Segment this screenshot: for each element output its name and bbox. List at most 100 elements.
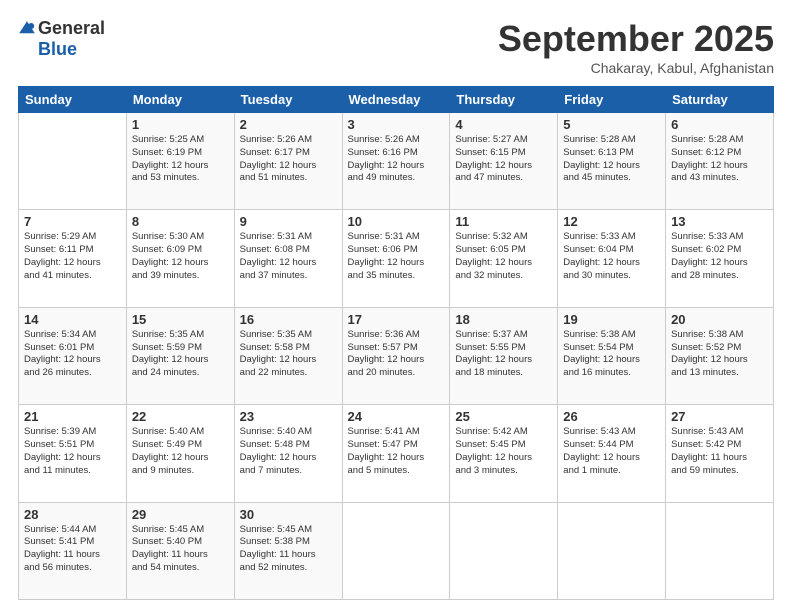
calendar-cell: 15 Sunrise: 5:35 AM Sunset: 5:59 PM Dayli… [126,307,234,404]
col-thursday: Thursday [450,87,558,113]
day-number: 20 [671,312,768,327]
col-sunday: Sunday [19,87,127,113]
day-info: Sunrise: 5:31 AM Sunset: 6:08 PM Dayligh… [240,231,337,282]
calendar-cell: 12Sunrise: 5:33 AM Sunset: 6:04 PM Dayli… [558,210,666,307]
calendar-cell: 3 Sunrise: 5:26 AM Sunset: 6:16 PM Daylig… [342,113,450,210]
day-info: Sunrise: 5:26 AM Sunset: 6:17 PM Dayligh… [240,134,337,185]
calendar-cell: 14Sunrise: 5:34 AM Sunset: 6:01 PM Dayli… [19,307,127,404]
day-info: Sunrise: 5:25 AM Sunset: 6:19 PM Dayligh… [132,134,229,185]
day-number: 27 [671,409,768,424]
calendar-cell: 16 Sunrise: 5:35 AM Sunset: 5:58 PM Dayli… [234,307,342,404]
day-info: Sunrise: 5:29 AM Sunset: 6:11 PM Dayligh… [24,231,121,282]
day-number: 16 [240,312,337,327]
logo-blue: Blue [38,39,77,60]
calendar-cell: 13 Sunrise: 5:33 AM Sunset: 6:02 PM Dayli… [666,210,774,307]
day-info: Sunrise: 5:38 AM Sunset: 5:52 PM Dayligh… [671,329,768,380]
day-number: 1 [132,117,229,132]
col-monday: Monday [126,87,234,113]
day-info: Sunrise: 5:31 AM Sunset: 6:06 PM Dayligh… [348,231,445,282]
page: General Blue September 2025 Chakaray, Ka… [0,0,792,612]
logo: General Blue [18,18,105,60]
day-number: 3 [348,117,445,132]
day-info: Sunrise: 5:34 AM Sunset: 6:01 PM Dayligh… [24,329,121,380]
day-info: Sunrise: 5:35 AM Sunset: 5:59 PM Dayligh… [132,329,229,380]
day-info: Sunrise: 5:32 AM Sunset: 6:05 PM Dayligh… [455,231,552,282]
calendar-cell: 23 Sunrise: 5:40 AM Sunset: 5:48 PM Dayli… [234,405,342,502]
logo-general: General [38,18,105,39]
day-info: Sunrise: 5:30 AM Sunset: 6:09 PM Dayligh… [132,231,229,282]
day-info: Sunrise: 5:43 AM Sunset: 5:44 PM Dayligh… [563,426,660,477]
day-number: 30 [240,507,337,522]
day-info: Sunrise: 5:39 AM Sunset: 5:51 PM Dayligh… [24,426,121,477]
calendar-cell: 11 Sunrise: 5:32 AM Sunset: 6:05 PM Dayli… [450,210,558,307]
day-info: Sunrise: 5:40 AM Sunset: 5:48 PM Dayligh… [240,426,337,477]
day-number: 15 [132,312,229,327]
day-number: 4 [455,117,552,132]
day-info: Sunrise: 5:36 AM Sunset: 5:57 PM Dayligh… [348,329,445,380]
day-info: Sunrise: 5:45 AM Sunset: 5:38 PM Dayligh… [240,524,337,575]
calendar-cell: 21 Sunrise: 5:39 AM Sunset: 5:51 PM Dayli… [19,405,127,502]
day-number: 24 [348,409,445,424]
day-info: Sunrise: 5:35 AM Sunset: 5:58 PM Dayligh… [240,329,337,380]
day-info: Sunrise: 5:41 AM Sunset: 5:47 PM Dayligh… [348,426,445,477]
header: General Blue September 2025 Chakaray, Ka… [18,18,774,76]
day-info: Sunrise: 5:27 AM Sunset: 6:15 PM Dayligh… [455,134,552,185]
subtitle: Chakaray, Kabul, Afghanistan [498,60,774,76]
day-number: 7 [24,214,121,229]
day-info: Sunrise: 5:28 AM Sunset: 6:13 PM Dayligh… [563,134,660,185]
day-number: 25 [455,409,552,424]
day-info: Sunrise: 5:38 AM Sunset: 5:54 PM Dayligh… [563,329,660,380]
day-number: 10 [348,214,445,229]
day-number: 22 [132,409,229,424]
calendar-cell: 27 Sunrise: 5:43 AM Sunset: 5:42 PM Dayli… [666,405,774,502]
day-info: Sunrise: 5:33 AM Sunset: 6:04 PM Dayligh… [563,231,660,282]
day-number: 13 [671,214,768,229]
day-info: Sunrise: 5:37 AM Sunset: 5:55 PM Dayligh… [455,329,552,380]
week-row-3: 14Sunrise: 5:34 AM Sunset: 6:01 PM Dayli… [19,307,774,404]
col-wednesday: Wednesday [342,87,450,113]
calendar-cell: 22 Sunrise: 5:40 AM Sunset: 5:49 PM Dayli… [126,405,234,502]
calendar-cell [666,502,774,599]
calendar-table: Sunday Monday Tuesday Wednesday Thursday… [18,86,774,600]
day-info: Sunrise: 5:43 AM Sunset: 5:42 PM Dayligh… [671,426,768,477]
day-number: 8 [132,214,229,229]
day-number: 11 [455,214,552,229]
calendar-cell: 1 Sunrise: 5:25 AM Sunset: 6:19 PM Daylig… [126,113,234,210]
logo-icon [18,20,36,38]
calendar-cell: 8 Sunrise: 5:30 AM Sunset: 6:09 PM Daylig… [126,210,234,307]
week-row-1: 1 Sunrise: 5:25 AM Sunset: 6:19 PM Daylig… [19,113,774,210]
calendar-cell: 7 Sunrise: 5:29 AM Sunset: 6:11 PM Daylig… [19,210,127,307]
day-number: 6 [671,117,768,132]
day-number: 18 [455,312,552,327]
calendar-cell: 20 Sunrise: 5:38 AM Sunset: 5:52 PM Dayli… [666,307,774,404]
header-row: Sunday Monday Tuesday Wednesday Thursday… [19,87,774,113]
calendar-cell [19,113,127,210]
calendar-cell: 10 Sunrise: 5:31 AM Sunset: 6:06 PM Dayli… [342,210,450,307]
title-area: September 2025 Chakaray, Kabul, Afghanis… [498,18,774,76]
calendar-cell [342,502,450,599]
week-row-2: 7 Sunrise: 5:29 AM Sunset: 6:11 PM Daylig… [19,210,774,307]
day-info: Sunrise: 5:28 AM Sunset: 6:12 PM Dayligh… [671,134,768,185]
day-number: 9 [240,214,337,229]
day-number: 26 [563,409,660,424]
day-number: 2 [240,117,337,132]
day-number: 5 [563,117,660,132]
day-info: Sunrise: 5:33 AM Sunset: 6:02 PM Dayligh… [671,231,768,282]
day-info: Sunrise: 5:45 AM Sunset: 5:40 PM Dayligh… [132,524,229,575]
day-info: Sunrise: 5:40 AM Sunset: 5:49 PM Dayligh… [132,426,229,477]
day-info: Sunrise: 5:42 AM Sunset: 5:45 PM Dayligh… [455,426,552,477]
calendar-cell: 26 Sunrise: 5:43 AM Sunset: 5:44 PM Dayli… [558,405,666,502]
month-title: September 2025 [498,18,774,60]
calendar-cell [558,502,666,599]
calendar-cell: 28Sunrise: 5:44 AM Sunset: 5:41 PM Dayli… [19,502,127,599]
calendar-cell: 2 Sunrise: 5:26 AM Sunset: 6:17 PM Daylig… [234,113,342,210]
week-row-5: 28Sunrise: 5:44 AM Sunset: 5:41 PM Dayli… [19,502,774,599]
day-number: 21 [24,409,121,424]
calendar-cell: 29Sunrise: 5:45 AM Sunset: 5:40 PM Dayli… [126,502,234,599]
day-info: Sunrise: 5:26 AM Sunset: 6:16 PM Dayligh… [348,134,445,185]
calendar-cell: 17Sunrise: 5:36 AM Sunset: 5:57 PM Dayli… [342,307,450,404]
calendar-cell: 4 Sunrise: 5:27 AM Sunset: 6:15 PM Daylig… [450,113,558,210]
col-saturday: Saturday [666,87,774,113]
calendar-cell [450,502,558,599]
day-number: 23 [240,409,337,424]
